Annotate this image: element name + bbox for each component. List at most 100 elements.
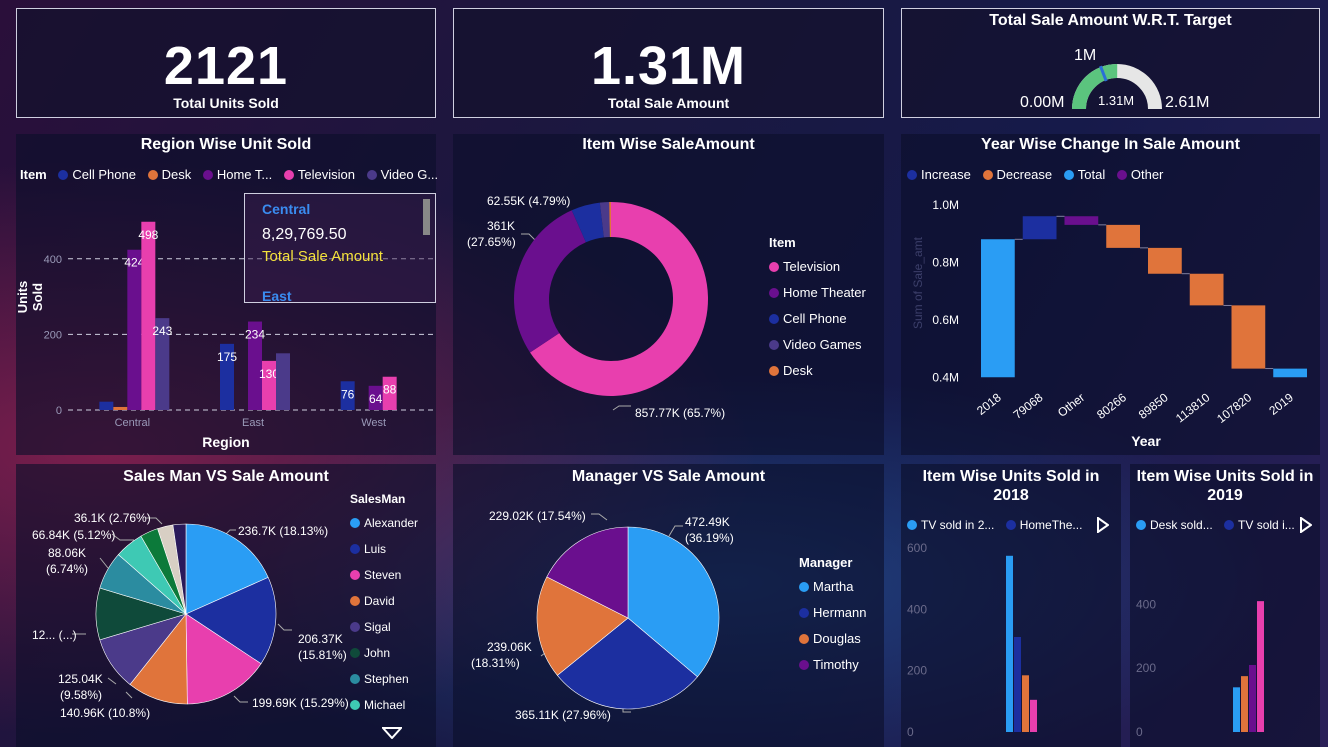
salesman-pie-panel[interactable]: Sales Man VS Sale Amount 236.7K (18.13%)…: [16, 464, 436, 747]
donut-slice-home-theater: [514, 210, 586, 353]
legend-dot-icon: [350, 518, 360, 528]
leader-line: [668, 525, 683, 537]
y-tick-label: 400: [907, 602, 927, 616]
legend-item-timothy[interactable]: Timothy: [799, 652, 866, 678]
legend-item-desk[interactable]: Desk: [769, 358, 866, 384]
legend-item-martha[interactable]: Martha: [799, 574, 866, 600]
bar: [1249, 664, 1256, 732]
waterfall-bar-total: [981, 239, 1015, 378]
legend-item-sigal[interactable]: Sigal: [350, 614, 418, 640]
kpi-total-amount: 1.31M Total Sale Amount: [453, 8, 884, 118]
y-tick-label: 200: [44, 329, 62, 341]
legend-dot-icon: [799, 634, 809, 644]
legend-item-steven[interactable]: Steven: [350, 562, 418, 588]
data-label: 88: [383, 383, 397, 397]
bar-cell-phone: [99, 401, 114, 410]
waterfall-bar-decrease: [1231, 305, 1266, 369]
legend-item-hermann[interactable]: Hermann: [799, 600, 866, 626]
x-tick-label: West: [361, 417, 386, 429]
legend-item-alexander[interactable]: Alexander: [350, 510, 418, 536]
tooltip-scrollbar[interactable]: [423, 199, 430, 235]
units-2018-bar-chart: 0 200 400 600: [907, 541, 1037, 739]
legend-scroll-down-icon[interactable]: [382, 727, 402, 739]
manager-label-martha-2: (36.19%): [685, 531, 734, 545]
legend-item-michael[interactable]: Michael: [350, 692, 418, 718]
item-donut-panel[interactable]: Item Wise SaleAmount 62.55K (4.79%) 361K…: [453, 134, 884, 455]
salesman-label-steven: 199.69K (15.29%): [252, 696, 349, 710]
legend-item-douglas[interactable]: Douglas: [799, 626, 866, 652]
legend-dot-icon: [769, 314, 779, 324]
waterfall-bar-decrease: [1148, 247, 1182, 274]
item-donut-legend-title: Item: [769, 235, 796, 250]
manager-label-douglas-2: (18.31%): [471, 656, 520, 670]
legend-dot-icon: [799, 660, 809, 670]
data-label: 243: [152, 324, 172, 338]
legend-dot-icon: [350, 544, 360, 554]
data-label: 64: [369, 392, 383, 406]
manager-pie-panel[interactable]: Manager VS Sale Amount 472.49K (36.19%) …: [453, 464, 884, 747]
manager-label-douglas-1: 239.06K: [487, 640, 532, 654]
legend-dot-icon: [350, 596, 360, 606]
legend-dot-icon: [769, 288, 779, 298]
tooltip-value: 8,29,769.50: [262, 226, 347, 243]
waterfall-panel[interactable]: Year Wise Change In Sale Amount Increase…: [901, 134, 1320, 455]
manager-label-martha-1: 472.49K: [685, 515, 730, 529]
legend-item-stephen[interactable]: Stephen: [350, 666, 418, 692]
legend-dot-icon: [350, 622, 360, 632]
legend-item-cell-phone[interactable]: Cell Phone: [769, 306, 866, 332]
waterfall-bar-other: [1064, 216, 1099, 225]
salesman-label-alexander: 236.7K (18.13%): [238, 524, 329, 538]
units-2019-bar-chart: 0 200 400: [1136, 597, 1264, 739]
gauge-min-label: 0.00M: [1020, 94, 1065, 111]
waterfall-bar-total: [1273, 368, 1307, 378]
region-x-axis-label: Region: [202, 434, 250, 450]
data-label: 498: [138, 228, 158, 242]
donut-label-cell-phone: 62.55K (4.79%): [487, 194, 571, 208]
waterfall-chart: 0.4M 0.6M 0.8M 1.0M 2018 79068 Other 80266 89850…: [932, 198, 1307, 426]
salesman-label-other: 36.1K (2.76%): [74, 511, 151, 525]
kpi-units-value: 2121: [163, 36, 289, 96]
donut-label-television: 857.77K (65.7%): [635, 406, 726, 420]
y-tick-label: 0.6M: [932, 313, 959, 327]
leader-line: [591, 513, 608, 521]
kpi-total-units: 2121 Total Units Sold: [16, 8, 436, 118]
legend-dot-icon: [769, 340, 779, 350]
units-2019-panel[interactable]: Item Wise Units Sold in 2019 Desk sold..…: [1130, 464, 1320, 747]
legend-item-video-games[interactable]: Video Games: [769, 332, 866, 358]
salesman-label-stephen-2: (6.74%): [46, 562, 89, 576]
x-tick-label: Central: [115, 417, 150, 429]
bar-television: [141, 221, 156, 410]
legend-item-john[interactable]: John: [350, 640, 418, 666]
legend-item-david[interactable]: David: [350, 588, 418, 614]
legend-item-luis[interactable]: Luis: [350, 536, 418, 562]
salesman-label-sigal-1: 125.04K: [58, 672, 103, 686]
legend-item-home-theater[interactable]: Home Theater: [769, 280, 866, 306]
legend-item-television[interactable]: Television: [769, 254, 866, 280]
region-chart-panel[interactable]: Region Wise Unit Sold Item Cell Phone De…: [15, 134, 438, 455]
x-tick-label: 80266: [1094, 390, 1129, 422]
gauge-max-label: 2.61M: [1165, 94, 1210, 111]
bar: [1233, 687, 1240, 732]
item-donut-legend: Item Television Home Theater Cell Phone …: [769, 232, 866, 384]
salesman-label-david: 140.96K (10.8%): [60, 706, 151, 720]
salesman-label-john: 12... (...): [32, 628, 77, 642]
leader-line: [612, 405, 631, 411]
kpi-amount-value: 1.31M: [590, 36, 747, 96]
kpi-amount-label: Total Sale Amount: [607, 95, 730, 111]
units-2018-panel[interactable]: Item Wise Units Sold in 2018 TV sold in …: [901, 464, 1121, 747]
y-tick-label: 200: [907, 664, 927, 678]
bar: [1241, 676, 1248, 732]
bar: [1022, 675, 1029, 732]
leader-line: [277, 623, 292, 631]
x-tick-label: 89850: [1136, 390, 1171, 422]
data-label: 175: [217, 350, 237, 364]
region-y-axis-label: Units Sold: [15, 280, 45, 314]
bar-desk: [113, 406, 128, 410]
legend-dot-icon: [350, 674, 360, 684]
x-tick-label: Other: [1055, 390, 1087, 420]
gauge-panel[interactable]: Total Sale Amount W.R.T. Target 1M 0.00M…: [901, 8, 1320, 118]
legend-dot-icon: [769, 262, 779, 272]
y-tick-label: 0: [56, 405, 62, 417]
salesman-legend-title: SalesMan: [350, 492, 406, 506]
y-tick-label: 0.8M: [932, 255, 959, 269]
